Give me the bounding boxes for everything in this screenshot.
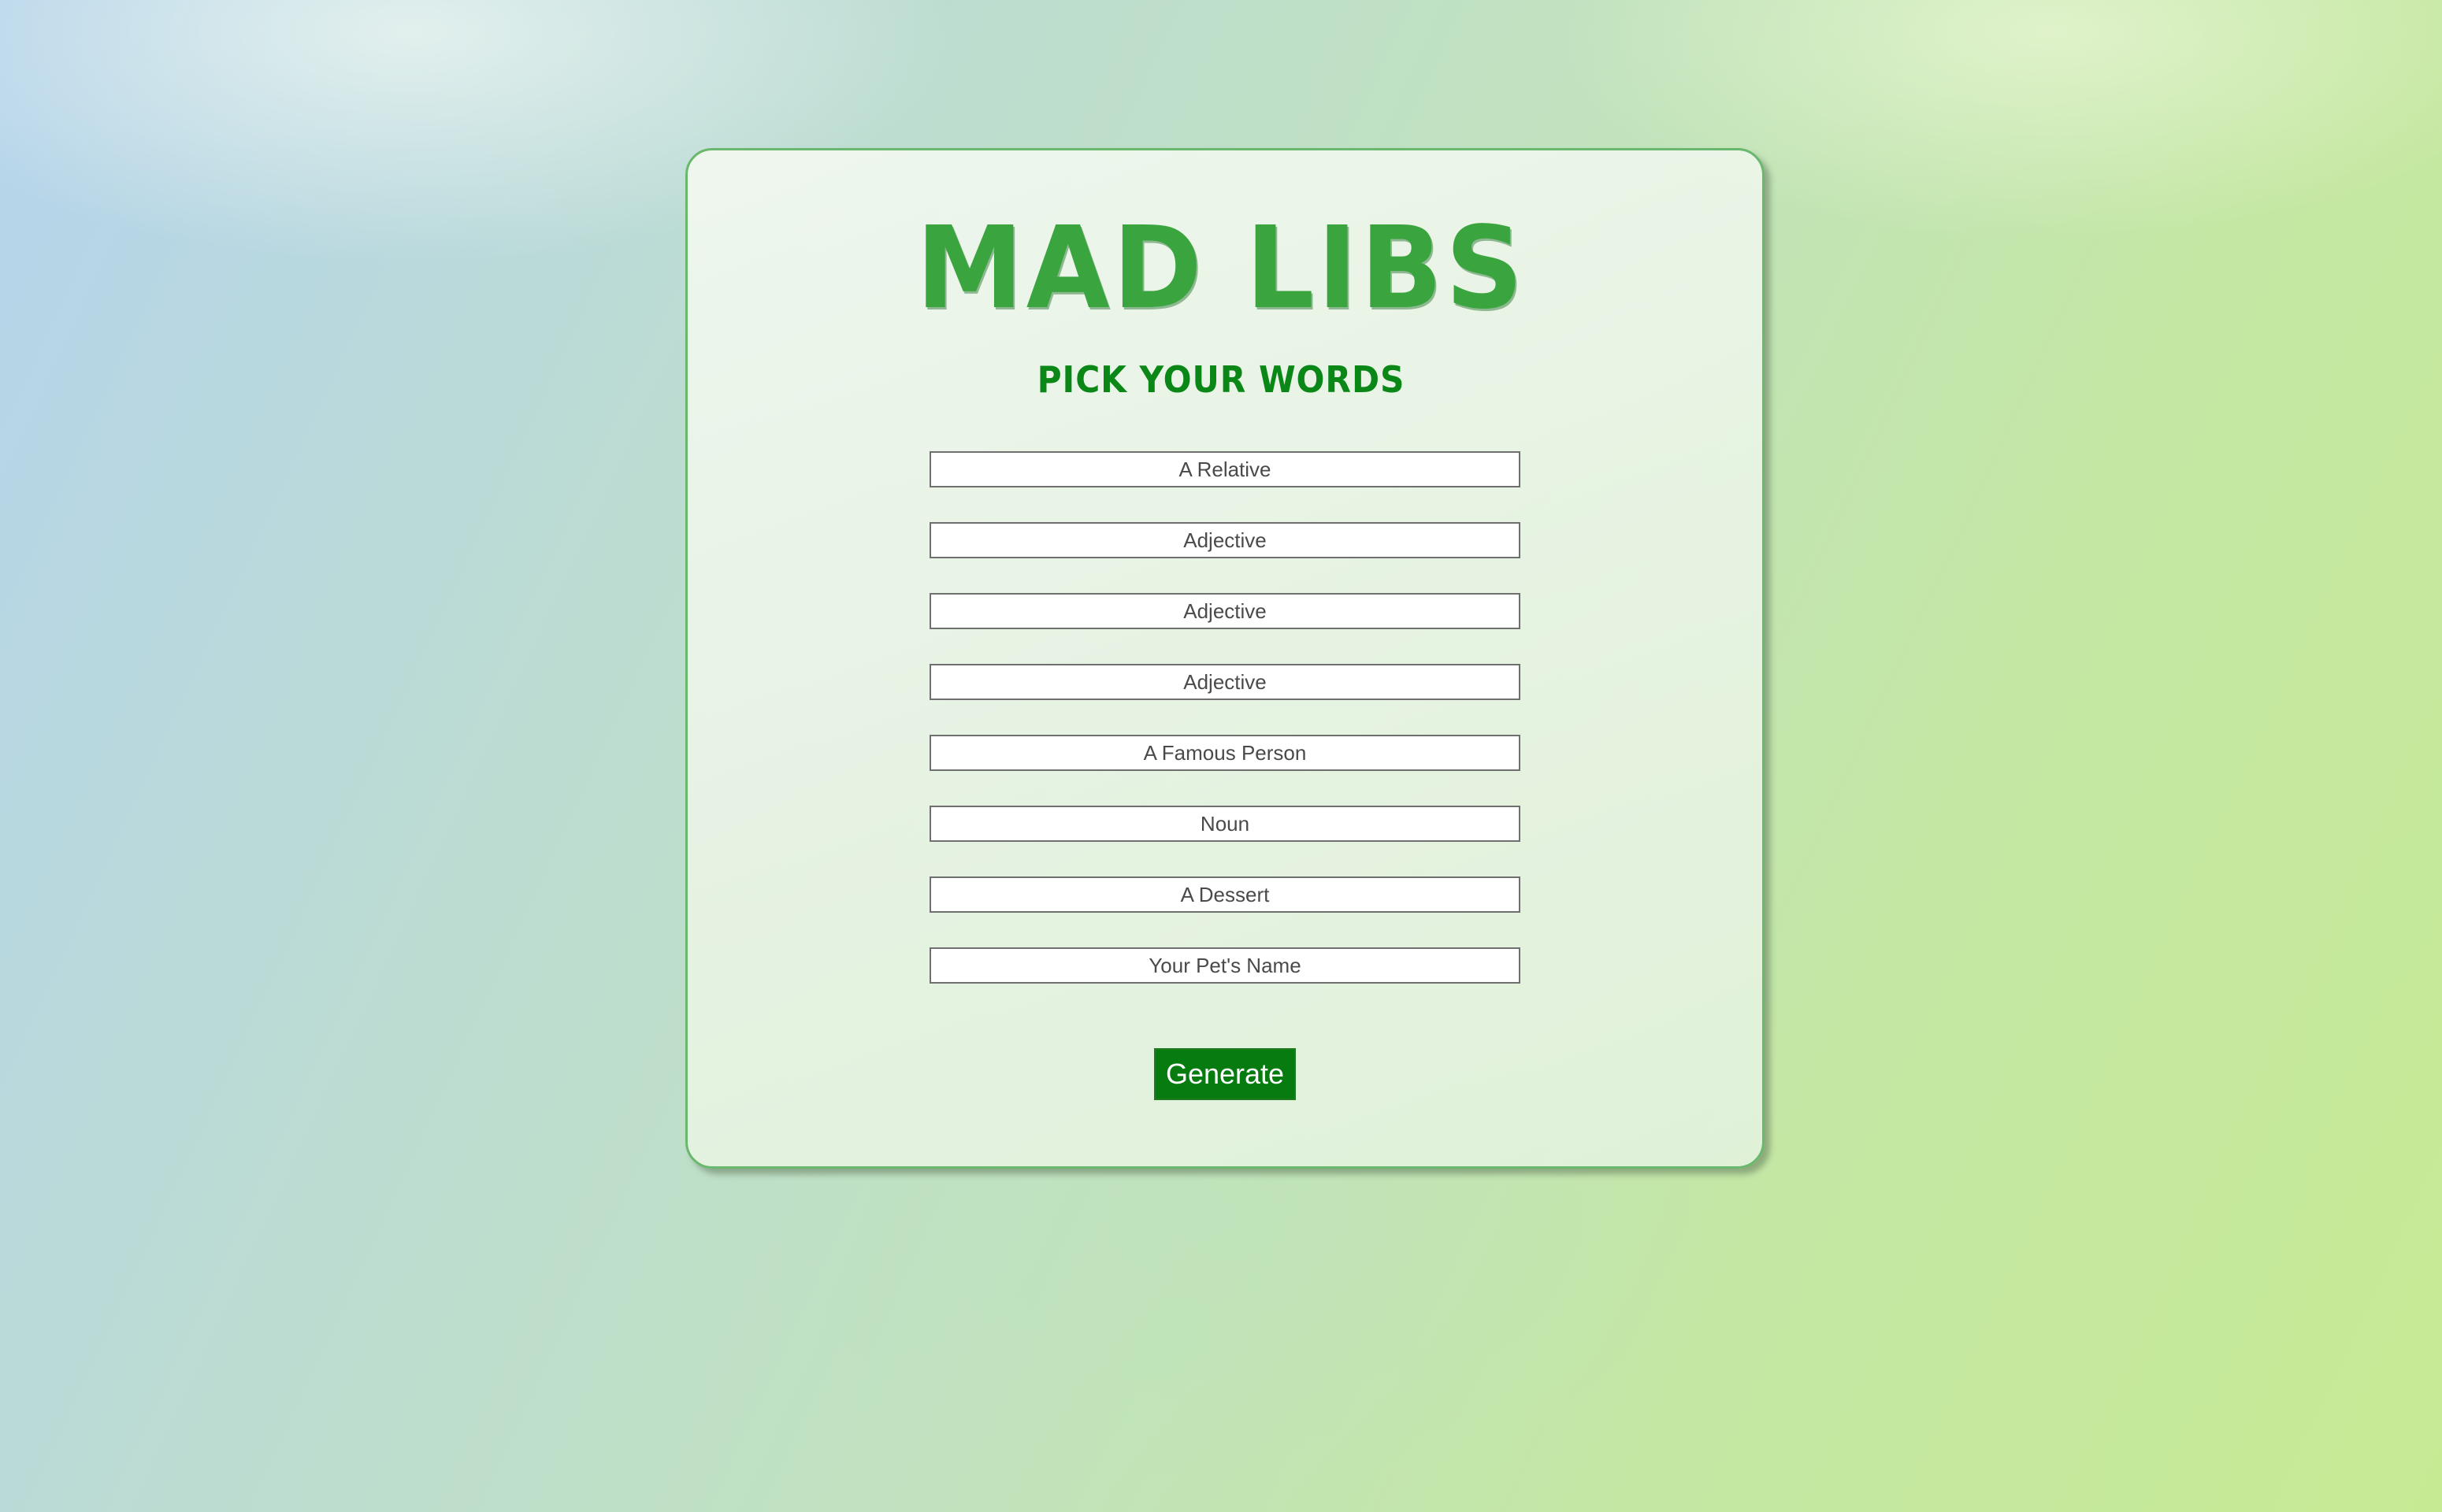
adjective-input-3[interactable]	[930, 664, 1520, 700]
relative-input[interactable]	[930, 451, 1520, 487]
page-subtitle: PICK YOUR WORDS	[1037, 358, 1405, 401]
dessert-input[interactable]	[930, 876, 1520, 913]
adjective-input-2[interactable]	[930, 593, 1520, 629]
adjective-input-1[interactable]	[930, 522, 1520, 558]
famous-person-input[interactable]	[930, 735, 1520, 771]
noun-input[interactable]	[930, 806, 1520, 842]
pet-name-input[interactable]	[930, 947, 1520, 984]
page-title: MAD LIBS	[915, 202, 1527, 334]
generate-button[interactable]: Generate	[1154, 1048, 1296, 1100]
